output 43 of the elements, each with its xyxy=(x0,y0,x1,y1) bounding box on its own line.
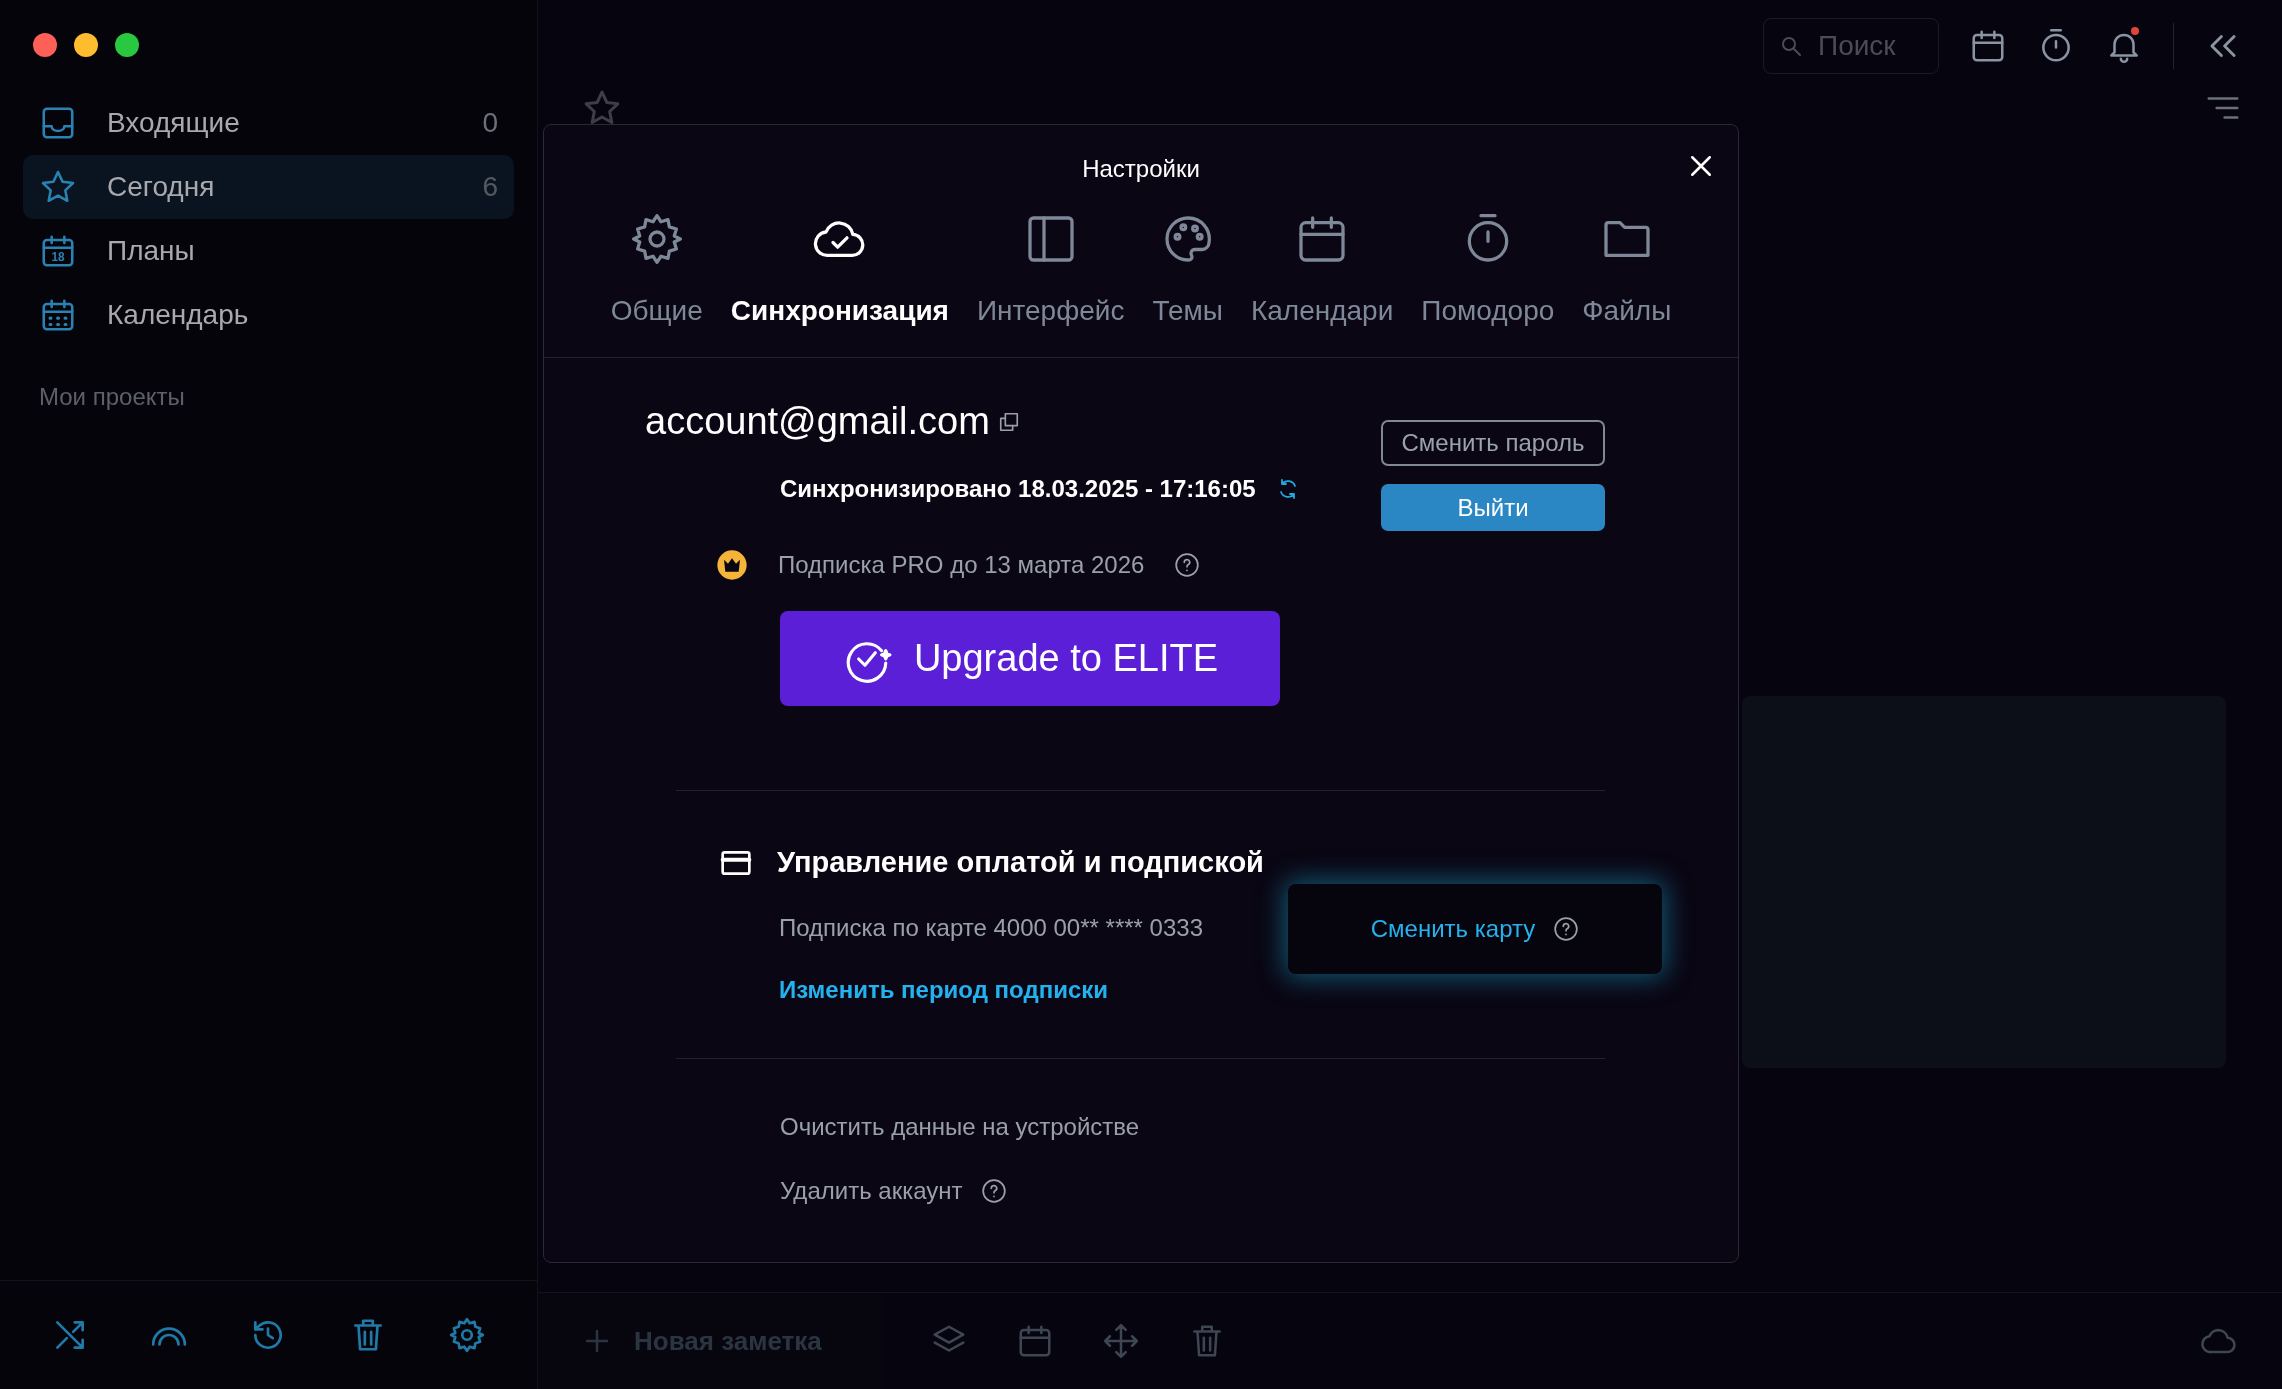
card-info: Подписка по карте 4000 00** **** 0333 xyxy=(779,914,1204,942)
inbox-icon xyxy=(39,104,77,142)
help-icon[interactable] xyxy=(980,1178,1007,1204)
settings-tab[interactable]: Синхронизация xyxy=(716,211,963,327)
sidebar-item-label: Сегодня xyxy=(107,171,216,203)
section-heading: Управление оплатой и подпиской xyxy=(777,846,1264,879)
sidebar-item[interactable]: Сегодня 6 xyxy=(23,155,514,219)
search-field[interactable]: Поиск xyxy=(1763,18,1939,74)
settings-tab[interactable]: Темы xyxy=(1138,211,1237,327)
window-control-button[interactable] xyxy=(115,33,139,57)
search-icon xyxy=(1779,34,1803,58)
logout-button[interactable]: Выйти xyxy=(1381,484,1605,531)
crown-icon xyxy=(716,549,748,581)
help-icon xyxy=(1553,916,1580,942)
settings-tab[interactable]: Помодоро xyxy=(1407,211,1569,327)
sidebar-item[interactable]: Входящие 0 xyxy=(23,91,514,155)
sidebar-item-label: Входящие xyxy=(107,107,241,139)
delete-account-link[interactable]: Удалить аккаунт xyxy=(780,1177,963,1205)
settings-icon[interactable] xyxy=(448,1316,487,1354)
change-card-button[interactable]: Сменить карту xyxy=(1288,884,1662,974)
sidebar-item[interactable]: 18 Планы xyxy=(23,219,514,283)
dialog-title: Настройки xyxy=(1082,155,1200,182)
settings-tab[interactable]: Интерфейс xyxy=(962,211,1139,327)
copy-icon[interactable] xyxy=(997,410,1020,433)
subscription-status: Подписка PRO до 13 марта 2026 xyxy=(778,551,1145,579)
account-email: account@gmail.com xyxy=(645,400,990,443)
section-title: Мои проекты xyxy=(38,382,186,411)
sidebar-item[interactable]: Календарь xyxy=(23,283,514,347)
sidebar-item-label: Планы xyxy=(107,235,196,267)
sidebar-item-label: Календарь xyxy=(107,299,250,331)
help-icon[interactable] xyxy=(1174,552,1201,578)
item-count: 6 xyxy=(482,171,498,203)
upgrade-button[interactable]: Upgrade to ELITE xyxy=(780,611,1280,706)
change-period-link[interactable]: Изменить период подписки xyxy=(779,976,1109,1004)
window-control-button[interactable] xyxy=(74,33,98,57)
settings-tab[interactable]: Общие xyxy=(596,211,717,327)
item-count: 0 xyxy=(482,107,498,139)
settings-tab[interactable]: Календари xyxy=(1236,211,1408,327)
change-password-button[interactable]: Сменить пароль xyxy=(1381,420,1605,466)
settings-tab[interactable]: Файлы xyxy=(1568,211,1686,327)
window-control-button[interactable] xyxy=(33,33,57,57)
clear-data-link[interactable]: Очистить данные на устройстве xyxy=(780,1113,1140,1141)
sync-status: Синхронизировано 18.03.2025 - 17:16:05 xyxy=(780,475,1256,503)
